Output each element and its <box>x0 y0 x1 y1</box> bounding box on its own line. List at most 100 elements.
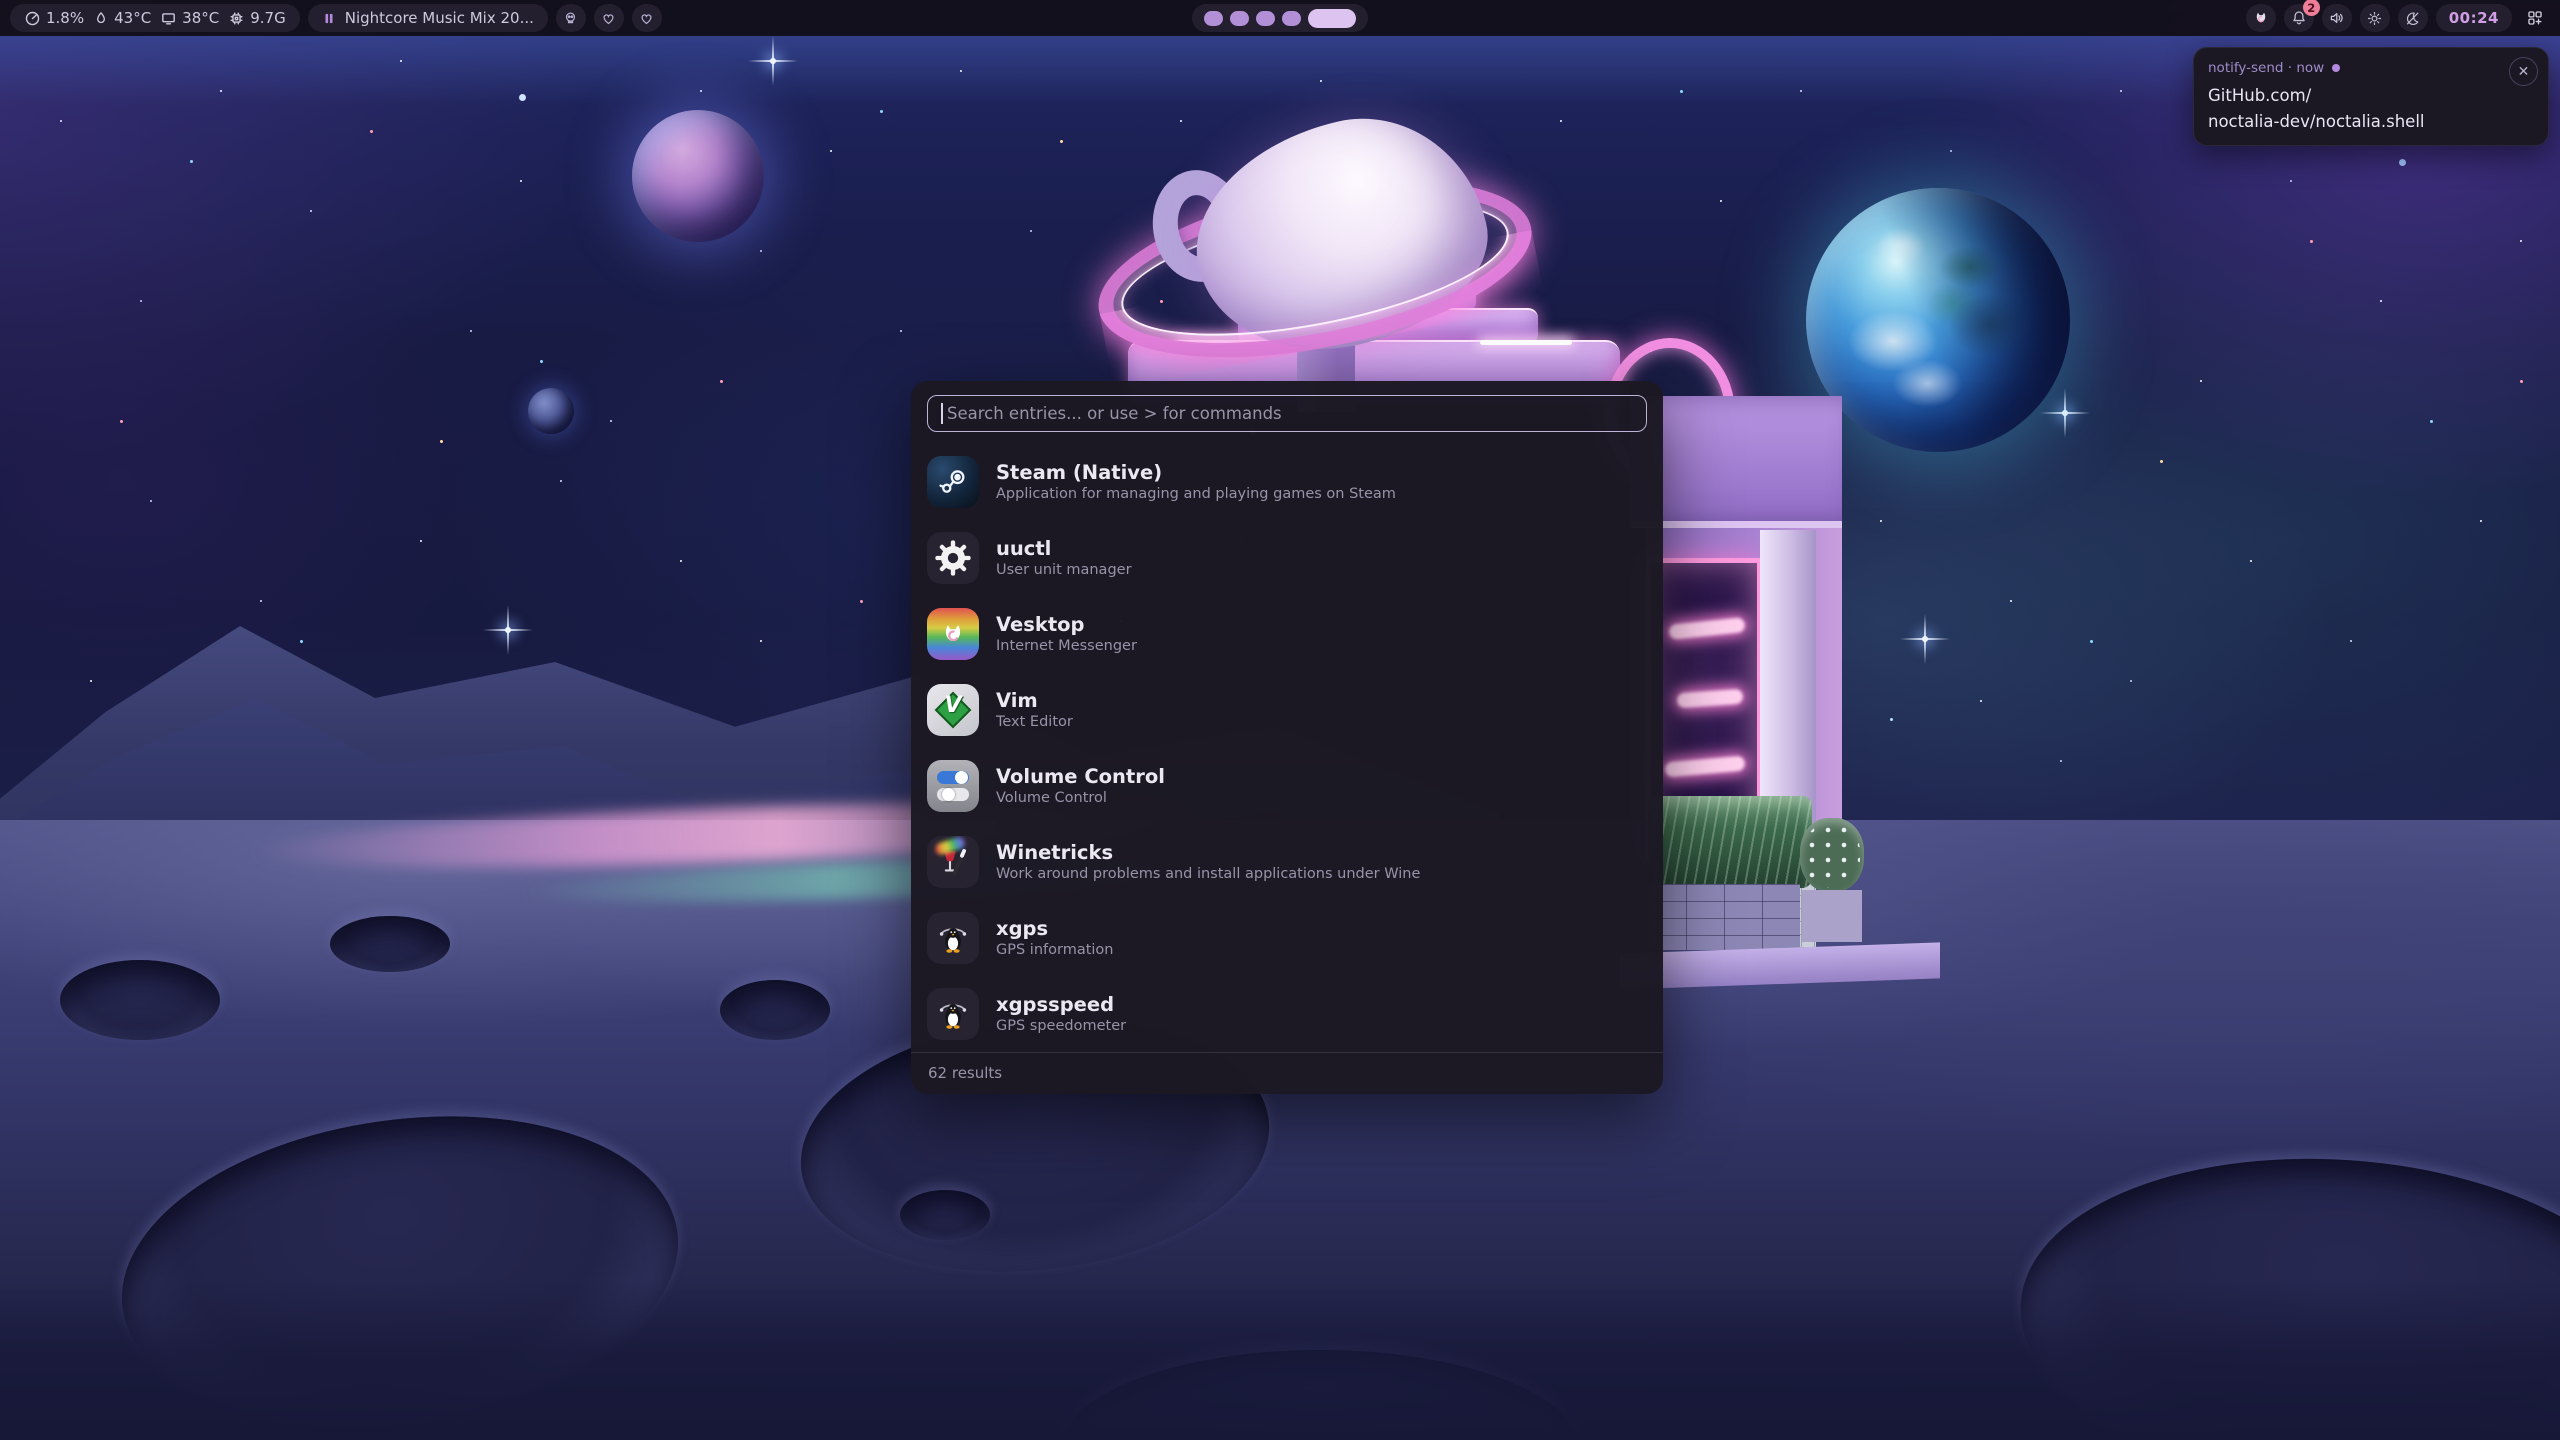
vesktop-tray-icon <box>2252 9 2270 27</box>
top-bar: 1.8% 43°C 38°C 9.7G Nightcore Music Mix … <box>0 0 2560 36</box>
speaker-icon <box>2328 9 2346 27</box>
notification-card[interactable]: notify-send · now ✕ GitHub.com/ noctalia… <box>2193 47 2549 146</box>
launcher-item-vesktop[interactable]: Vesktop Internet Messenger <box>927 596 1647 672</box>
app-launcher-button[interactable] <box>2520 4 2550 32</box>
tux-gps-icon <box>927 912 979 964</box>
heart-toggle-button-2[interactable] <box>632 4 662 32</box>
item-subtitle: Text Editor <box>996 714 1073 730</box>
launcher-item-winetricks[interactable]: Winetricks Work around problems and inst… <box>927 824 1647 900</box>
item-title: Steam (Native) <box>996 462 1396 483</box>
sun-icon <box>2366 10 2383 27</box>
workspace-dot-1[interactable] <box>1204 11 1223 26</box>
workspace-dot-3[interactable] <box>1256 11 1275 26</box>
cafe-planter <box>1648 884 1800 950</box>
cpu-temp-value: 43°C <box>114 9 151 27</box>
moon-slash-icon <box>2404 10 2421 27</box>
item-title: Vim <box>996 690 1073 711</box>
item-title: Volume Control <box>996 766 1165 787</box>
notification-body: GitHub.com/ noctalia-dev/noctalia.shell <box>2208 83 2534 134</box>
monitor-icon <box>160 10 177 27</box>
desktop: 1.8% 43°C 38°C 9.7G Nightcore Music Mix … <box>0 0 2560 1440</box>
vesktop-tray-button[interactable] <box>2246 4 2276 32</box>
night-light-button[interactable] <box>2398 4 2428 32</box>
cpu-temp-stat: 43°C <box>93 9 151 27</box>
search-input[interactable] <box>927 395 1647 432</box>
vesktop-icon <box>927 608 979 660</box>
launcher-item-xgps[interactable]: xgps GPS information <box>927 900 1647 976</box>
saturn-coffee-cup <box>1095 118 1545 388</box>
winetricks-icon <box>927 836 979 888</box>
clock-widget[interactable]: 00:24 <box>2436 4 2512 32</box>
launcher-item-vim[interactable]: V Vim Text Editor <box>927 672 1647 748</box>
launcher-item-xgpsspeed[interactable]: xgpsspeed GPS speedometer <box>927 976 1647 1052</box>
media-title: Nightcore Music Mix 20... <box>345 9 534 27</box>
item-subtitle: GPS information <box>996 942 1113 958</box>
steam-icon <box>927 456 979 508</box>
tux-gps-icon <box>927 988 979 1040</box>
notifications-button[interactable]: 2 <box>2284 4 2314 32</box>
notification-line-2: noctalia-dev/noctalia.shell <box>2208 109 2534 135</box>
workspace-indicator <box>1192 4 1368 32</box>
notification-source: notify-send · now <box>2208 60 2324 76</box>
item-subtitle: GPS speedometer <box>996 1018 1126 1034</box>
app-launcher-panel: Steam (Native) Application for managing … <box>911 381 1663 1094</box>
neon-sign-text <box>1677 689 1744 709</box>
memory-chip-icon <box>228 10 245 27</box>
item-subtitle: Work around problems and install applica… <box>996 866 1420 882</box>
memory-stat: 9.7G <box>228 9 285 27</box>
item-title: xgps <box>996 918 1113 939</box>
workspace-dot-5-active[interactable] <box>1308 9 1356 28</box>
unread-dot <box>2332 64 2340 72</box>
item-subtitle: User unit manager <box>996 562 1132 578</box>
workspace-dot-4[interactable] <box>1282 11 1301 26</box>
purple-planet <box>632 110 764 242</box>
close-icon: ✕ <box>2518 64 2530 80</box>
volume-control-icon <box>927 760 979 812</box>
item-subtitle: Volume Control <box>996 790 1165 806</box>
item-title: uuctl <box>996 538 1132 559</box>
cpu-usage-stat: 1.8% <box>24 9 84 27</box>
cafe-hedge <box>1648 796 1812 888</box>
brightness-button[interactable] <box>2360 4 2390 32</box>
notification-count-badge: 2 <box>2303 0 2320 16</box>
speedometer-icon <box>24 10 41 27</box>
vim-icon: V <box>927 684 979 736</box>
launcher-item-steam[interactable]: Steam (Native) Application for managing … <box>927 444 1647 520</box>
temperature-icon <box>93 10 109 27</box>
crater <box>60 960 220 1040</box>
skull-icon <box>562 10 579 27</box>
foreground-shadow <box>0 1280 2560 1440</box>
flare-star <box>505 627 511 633</box>
cpu-usage-value: 1.8% <box>46 9 84 27</box>
notification-line-1: GitHub.com/ <box>2208 83 2534 109</box>
item-title: Vesktop <box>996 614 1137 635</box>
clock-text: 00:24 <box>2449 9 2499 27</box>
flower-bush-box <box>1802 890 1862 942</box>
notification-close-button[interactable]: ✕ <box>2509 57 2538 86</box>
grid-plus-icon <box>2526 9 2544 27</box>
system-stats-widget[interactable]: 1.8% 43°C 38°C 9.7G <box>10 4 300 32</box>
neon-sign-text <box>1668 617 1745 640</box>
memory-value: 9.7G <box>250 9 285 27</box>
launcher-item-volume-control[interactable]: Volume Control Volume Control <box>927 748 1647 824</box>
flower-bush <box>1800 818 1864 892</box>
flare-star <box>770 58 776 64</box>
small-planet <box>528 388 574 434</box>
item-title: Winetricks <box>996 842 1420 863</box>
media-player-widget[interactable]: Nightcore Music Mix 20... <box>308 4 548 32</box>
neon-sign-text <box>1664 756 1745 778</box>
gpu-temp-stat: 38°C <box>160 9 219 27</box>
pause-icon <box>322 11 336 26</box>
heart-toggle-button-1[interactable] <box>594 4 624 32</box>
crater <box>900 1190 990 1240</box>
gear-icon <box>927 532 979 584</box>
skull-toggle-button[interactable] <box>556 4 586 32</box>
sky-top-glow <box>0 34 2560 104</box>
workspace-dot-2[interactable] <box>1230 11 1249 26</box>
item-title: xgpsspeed <box>996 994 1126 1015</box>
launcher-results-list: Steam (Native) Application for managing … <box>911 432 1663 1052</box>
heart-icon <box>600 10 617 27</box>
launcher-item-uuctl[interactable]: uuctl User unit manager <box>927 520 1647 596</box>
crater <box>720 980 830 1040</box>
volume-button[interactable] <box>2322 4 2352 32</box>
